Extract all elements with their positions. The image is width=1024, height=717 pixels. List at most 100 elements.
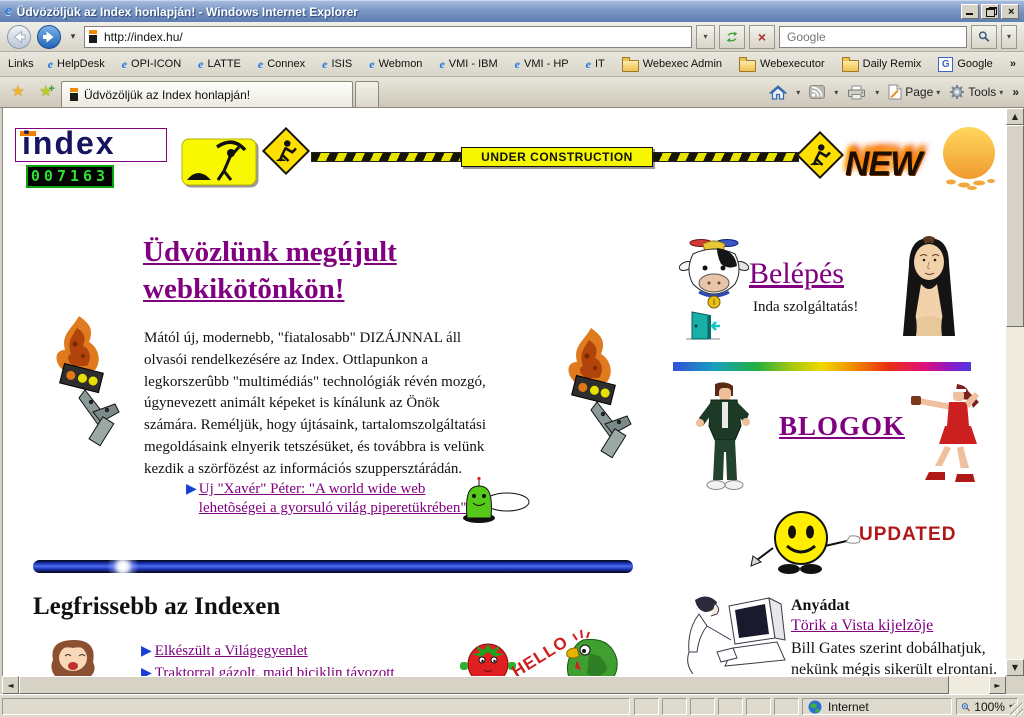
link-item-google[interactable]: GGoogle (938, 57, 992, 72)
link-item-vmi-ibm[interactable]: eVMI - IBM (439, 58, 497, 70)
logo-text: index (22, 125, 116, 161)
zone-label: Internet (828, 700, 869, 714)
fighter-left-image (689, 380, 759, 494)
link-item-helpdesk[interactable]: eHelpDesk (48, 58, 105, 70)
search-input[interactable] (785, 29, 961, 45)
home-dropdown-button[interactable]: ▾ (793, 86, 803, 99)
link-item-webexecutor[interactable]: Webexecutor (739, 57, 825, 72)
zoom-level: 100% (974, 700, 1005, 714)
folder-icon (739, 60, 756, 72)
tools-menu-button[interactable]: Tools ▾ (946, 82, 1006, 102)
links-label: Links (8, 58, 34, 70)
refresh-icon (726, 29, 738, 45)
resize-grip[interactable] (1010, 703, 1023, 716)
favorites-button[interactable]: ★ (5, 80, 31, 104)
command-overflow-chevron[interactable]: » (1012, 85, 1019, 99)
mona-lisa-image (879, 232, 977, 336)
page-menu-button[interactable]: Page ▾ (885, 82, 943, 102)
feeds-button[interactable] (806, 83, 828, 101)
progress-pane (634, 698, 659, 715)
refresh-button[interactable] (719, 25, 745, 49)
scroll-down-button[interactable]: ▼ (1006, 659, 1024, 676)
home-button[interactable] (766, 83, 790, 102)
scroll-left-button[interactable]: ◄ (2, 676, 19, 694)
caret-down-icon: ▾ (1007, 32, 1011, 41)
link-item-webmon[interactable]: eWebmon (369, 58, 422, 70)
magnifier-icon (978, 29, 990, 44)
link-item-latte[interactable]: eLATTE (198, 58, 241, 70)
links-toolbar: Links eHelpDesk eOPI-ICON eLATTE eConnex… (0, 52, 1024, 77)
search-button[interactable] (971, 25, 997, 49)
horizontal-scrollbar[interactable]: ◄ ► (2, 676, 1006, 694)
tab-title: Üdvözöljük az Index honlapján! (84, 88, 250, 102)
anyadat-text: Bill Gates szerint dobálhatjuk, nekünk m… (791, 638, 1006, 676)
updated-badge: UPDATED (859, 524, 956, 546)
zoom-pane[interactable]: 100% ▾ (956, 698, 1018, 715)
news-link-traktor[interactable]: Traktorral gázolt, majd biciklin távozot… (155, 664, 395, 676)
restore-button[interactable] (981, 4, 999, 19)
ie-icon: e (322, 58, 327, 70)
address-dropdown-button[interactable]: ▾ (696, 25, 715, 49)
search-dropdown-button[interactable]: ▾ (1001, 25, 1017, 49)
gear-icon (949, 84, 965, 100)
print-dropdown-button[interactable]: ▾ (872, 86, 882, 99)
scroll-left-icon: ◄ (7, 681, 13, 690)
address-bar[interactable] (84, 26, 692, 48)
link-item-isis[interactable]: eISIS (322, 58, 352, 70)
link-item-webexec-admin[interactable]: Webexec Admin (622, 57, 722, 72)
back-arrow-icon (6, 24, 32, 50)
news-link-vilagegyenlet[interactable]: Elkészült a Világegyenlet (155, 642, 308, 661)
history-dropdown-button[interactable]: ▾ (66, 26, 80, 48)
scroll-up-button[interactable]: ▲ (1006, 108, 1024, 125)
stop-icon: × (758, 29, 766, 45)
link-item-vmi-hp[interactable]: eVMI - HP (515, 58, 569, 70)
link-item-daily-remix[interactable]: Daily Remix (842, 57, 922, 72)
status-message-pane (2, 698, 630, 715)
link-item-it[interactable]: eIT (586, 58, 605, 70)
link-item-connex[interactable]: eConnex (258, 58, 305, 70)
scroll-right-button[interactable]: ► (989, 676, 1006, 694)
active-tab[interactable]: Üdvözöljük az Index honlapján! (61, 81, 353, 107)
page-content: index 007163 UNDER CONSTRUCTION NEW Üdvö… (2, 108, 1006, 676)
new-tab-stub[interactable] (355, 81, 379, 107)
tab-bar: ★ ★+ Üdvözöljük az Index honlapján! ▾ ▾ … (0, 77, 1024, 108)
stop-button[interactable]: × (749, 25, 775, 49)
caret-down-icon: ▾ (703, 32, 707, 41)
folder-icon (842, 60, 859, 72)
scroll-up-icon: ▲ (1012, 112, 1018, 121)
scroll-right-icon: ► (994, 681, 1000, 690)
progress-pane (718, 698, 743, 715)
close-button[interactable]: × (1001, 4, 1019, 19)
woman-face-image (45, 636, 103, 676)
welcome-heading-link[interactable]: Üdvözlünk megújult webkikötõnkön! (143, 234, 463, 308)
forward-button[interactable] (36, 24, 62, 50)
page-label: Page (905, 85, 933, 99)
blogok-link[interactable]: BLOGOK (779, 410, 905, 442)
feeds-dropdown-button[interactable]: ▾ (831, 86, 841, 99)
torch-left-image (37, 314, 122, 456)
minimize-button[interactable] (961, 4, 979, 19)
vista-article-link[interactable]: Törik a Vista kijelzõje (791, 617, 933, 634)
xaver-article-link[interactable]: Uj "Xavér" Péter: "A world wide web lehe… (199, 480, 478, 518)
print-button[interactable] (844, 83, 869, 102)
tools-label: Tools (968, 85, 996, 99)
ie-icon: e (586, 58, 591, 70)
computer-man-image (677, 590, 787, 676)
vertical-scrollbar[interactable]: ▲ ▼ (1006, 108, 1024, 676)
add-favorite-button[interactable]: ★+ (33, 80, 59, 104)
index-logo: index (15, 128, 167, 162)
browser-window: e Üdvözöljük az Index honlapján! - Windo… (0, 0, 1024, 717)
under-construction-banner: UNDER CONSTRUCTION (461, 147, 653, 167)
progress-pane (774, 698, 799, 715)
search-box[interactable] (779, 26, 967, 48)
links-overflow-chevron[interactable]: » (1010, 58, 1016, 70)
url-input[interactable] (102, 29, 687, 45)
hscroll-thumb[interactable] (19, 676, 949, 694)
belepes-link[interactable]: Belépés (749, 256, 844, 292)
roadsign-right-image (796, 131, 844, 179)
back-button[interactable] (6, 24, 32, 50)
rss-icon (809, 85, 825, 99)
ie-logo-icon: e (5, 4, 12, 19)
vscroll-thumb[interactable] (1006, 125, 1024, 327)
link-item-opi-icon[interactable]: eOPI-ICON (122, 58, 181, 70)
